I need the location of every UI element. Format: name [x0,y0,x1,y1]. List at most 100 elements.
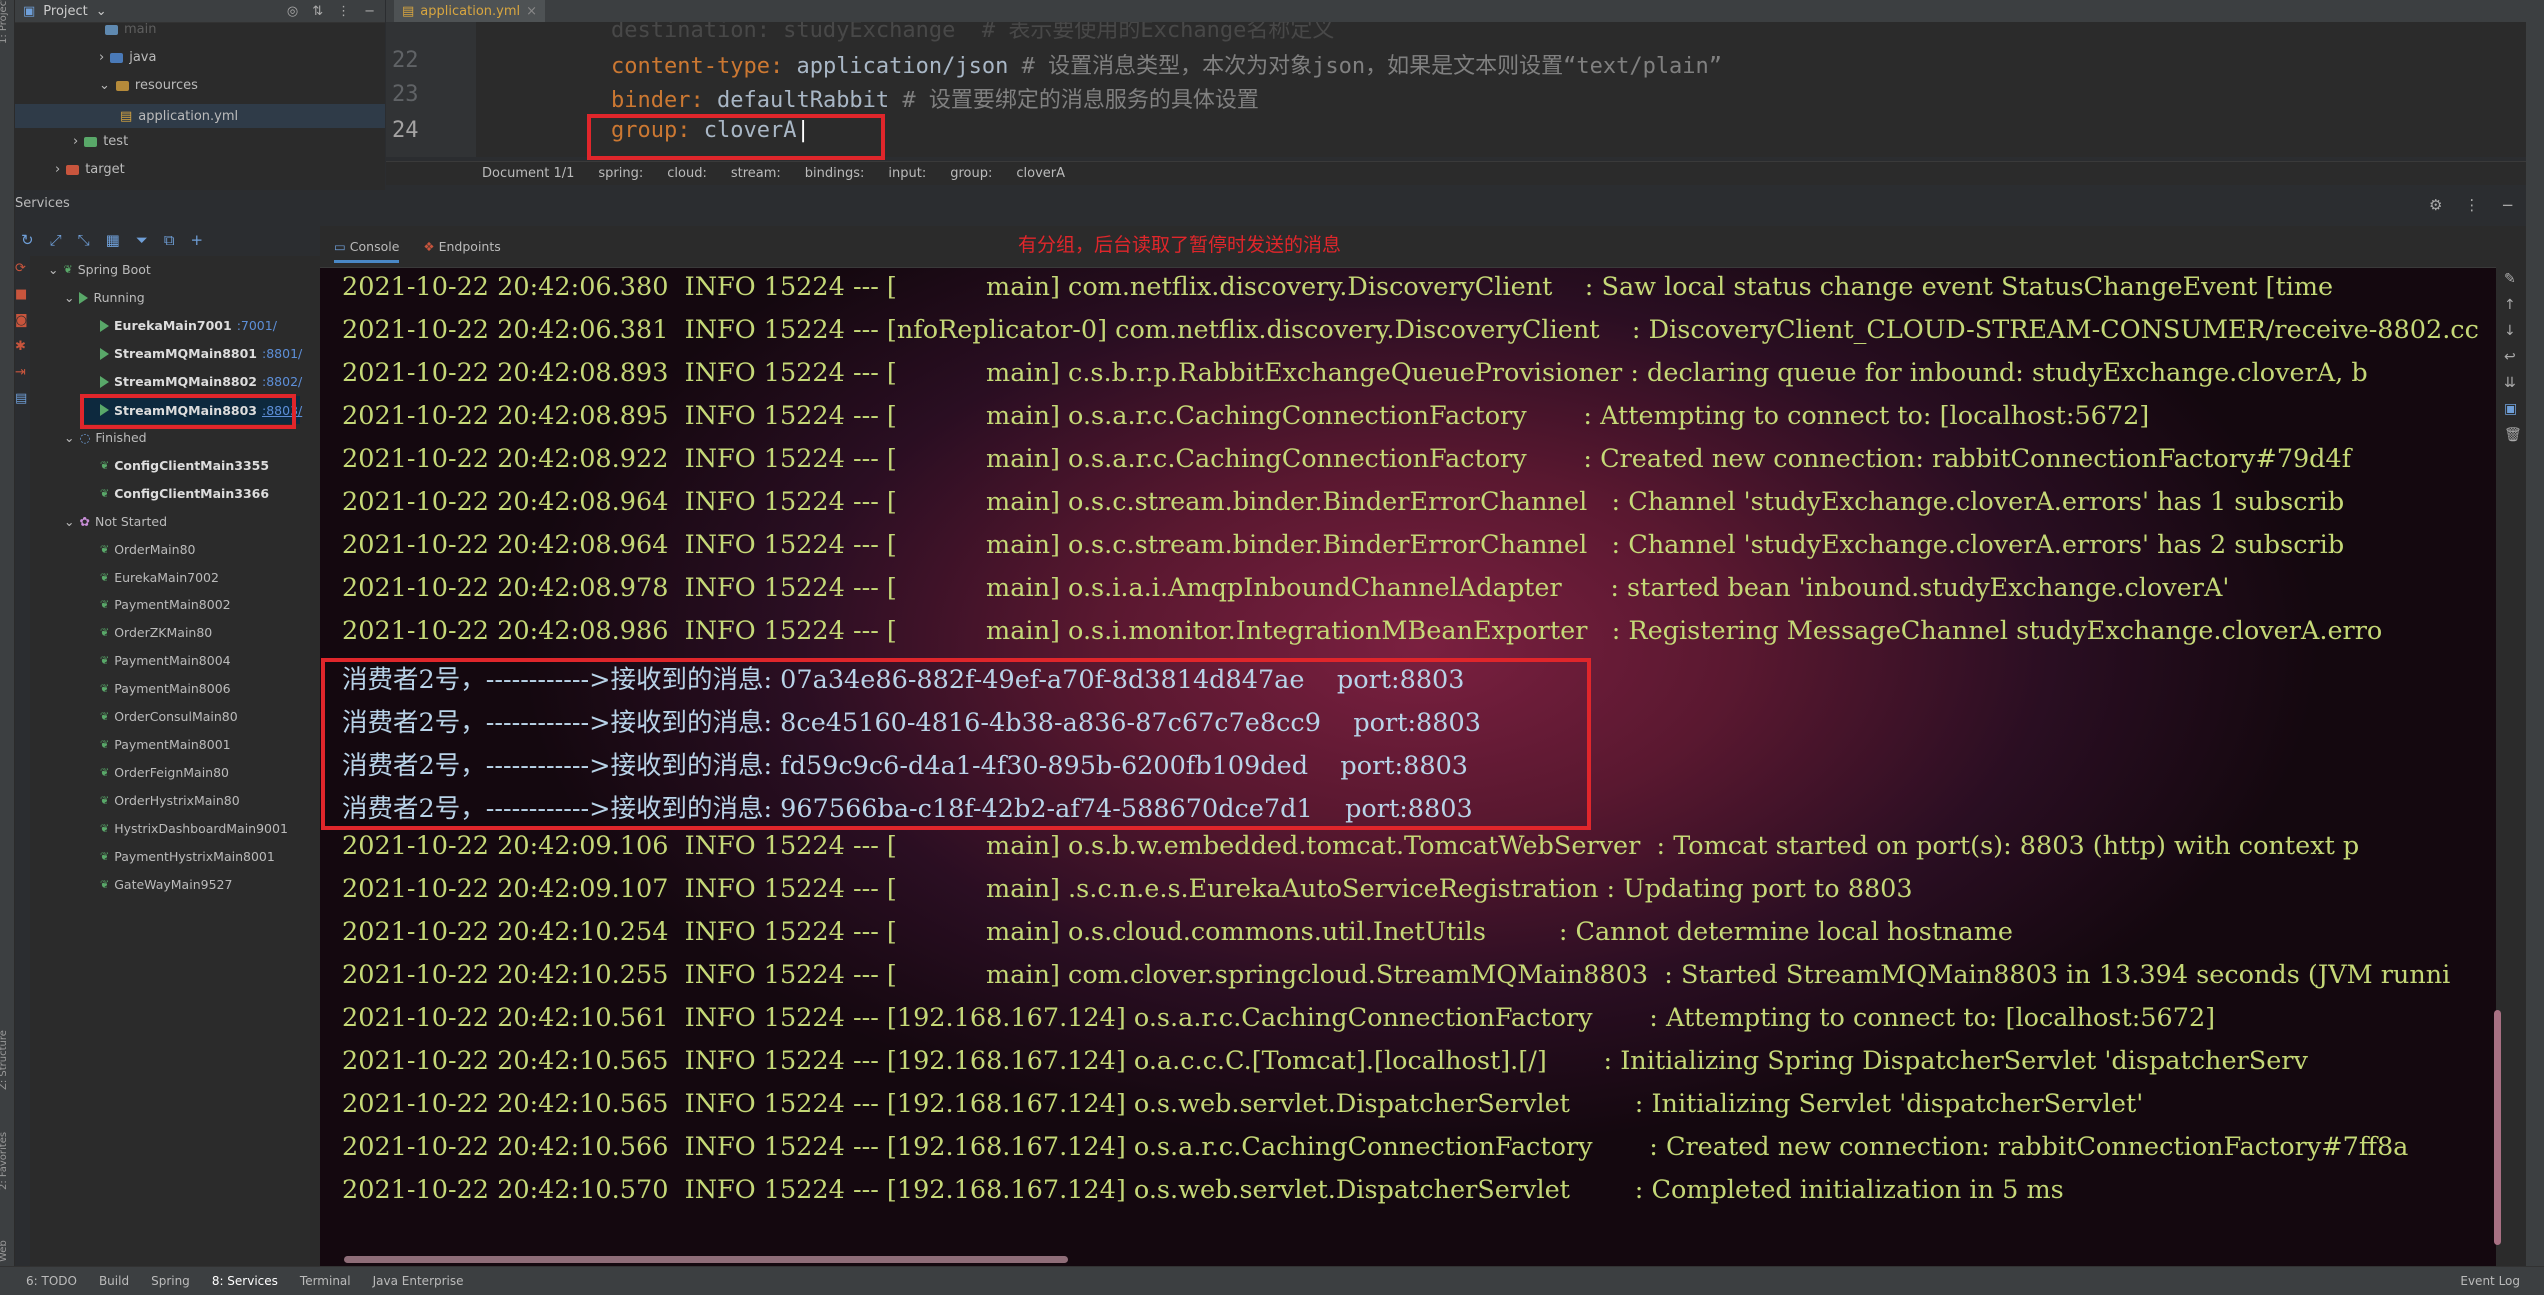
breadcrumb: Document 1/1 spring: cloud: stream: bind… [386,161,2526,185]
service-config-3355[interactable]: ❦ ConfigClientMain3355 [100,458,269,473]
refresh-icon[interactable]: ↻ [21,231,34,249]
service-group-finished[interactable]: ⌄ ◌ Finished [64,430,147,445]
clear-icon[interactable]: ✎ [2504,266,2526,292]
add-service-icon[interactable]: + [191,231,204,249]
service-streammq-8802[interactable]: StreamMQMain8802 :8802/ [100,374,302,389]
service-not-started[interactable]: ❦ OrderHystrixMain80 [100,793,240,808]
arrow-up-icon[interactable]: ↑ [2504,292,2526,318]
tree-item-main[interactable]: main [105,22,156,37]
service-not-started[interactable]: ❦ PaymentMain8006 [100,681,231,696]
highlight-consumer-messages [321,658,1591,830]
yaml-value: application/json [796,54,1009,79]
horizontal-scrollbar[interactable] [344,1256,1068,1263]
breadcrumb-item[interactable]: group: [950,166,992,181]
service-group-running[interactable]: ⌄ Running [64,290,145,305]
folder-icon [115,80,129,91]
service-not-started[interactable]: ❦ PaymentMain8001 [100,737,231,752]
breadcrumb-item[interactable]: cloverA [1016,166,1065,181]
service-not-started[interactable]: ❦ GateWayMain9527 [100,877,232,892]
finished-icon: ◌ [79,430,91,445]
delete-icon[interactable]: 🗑 [2504,422,2526,448]
code-line-partial: destination: studyExchange # 表示要使用的Excha… [611,22,1335,43]
service-port-link[interactable]: :8802/ [262,374,302,389]
service-not-started[interactable]: ❦ PaymentMain8004 [100,653,231,668]
more-icon[interactable]: ⋮ [2464,196,2479,214]
minimize-icon[interactable]: − [364,4,375,19]
print-icon[interactable]: ▣ [2504,396,2526,422]
service-not-started[interactable]: ❦ OrderConsulMain80 [100,709,238,724]
debug-icon[interactable]: ✱ [15,334,29,360]
service-not-started[interactable]: ❦ PaymentMain8002 [100,597,231,612]
arrow-down-icon[interactable]: ↓ [2504,318,2526,344]
service-name: PaymentMain8001 [114,737,231,752]
layout-icon[interactable]: ▤ [15,386,29,412]
more-icon[interactable]: ⋮ [337,4,350,19]
close-icon[interactable]: × [526,4,537,19]
rerun-icon[interactable]: ⟳ [15,256,29,282]
right-tool-strip [2526,0,2544,1295]
chevron-right-icon[interactable]: › [73,134,78,149]
bottom-tool-bar: 6: TODO Build Spring 8: Services Termina… [0,1266,2544,1295]
collapse-all-icon[interactable]: ⤡ [78,231,90,249]
service-group-not-started[interactable]: ⌄ ✿ Not Started [64,514,167,529]
terminal-tab[interactable]: Terminal [300,1274,351,1288]
service-port-link[interactable]: :8801/ [262,346,302,361]
breadcrumb-item[interactable]: stream: [731,166,781,181]
tab-console[interactable]: ▭ Console [334,230,400,263]
minimize-icon[interactable]: − [2501,196,2514,214]
scroll-end-icon[interactable]: ⇊ [2504,370,2526,396]
service-not-started[interactable]: ❦ OrderFeignMain80 [100,765,229,780]
service-streammq-8801[interactable]: StreamMQMain8801 :8801/ [100,346,302,361]
breadcrumb-item[interactable]: input: [888,166,926,181]
service-group-spring-boot[interactable]: ⌄ ❦ Spring Boot [48,262,151,277]
tree-item-application-yml[interactable]: ▤ application.yml [15,104,385,128]
tab-endpoints[interactable]: ❖ Endpoints [423,239,500,254]
spring-boot-icon: ❦ [100,682,110,695]
event-log-tab[interactable]: Event Log [2460,1274,2544,1288]
project-toolwindow-label[interactable]: 1: Project [0,0,9,44]
todo-tab[interactable]: 6: TODO [26,1274,77,1288]
camera-icon[interactable]: ◙ [15,308,29,334]
service-not-started[interactable]: ❦ EurekaMain7002 [100,570,219,585]
group-by-icon[interactable]: ▦ [106,231,120,249]
services-tab[interactable]: 8: Services [212,1274,278,1288]
service-config-3366[interactable]: ❦ ConfigClientMain3366 [100,486,269,501]
exit-icon[interactable]: ⇥ [15,360,29,386]
tree-item-target[interactable]: › target [55,162,125,177]
tree-item-test[interactable]: › test [73,134,128,149]
breadcrumb-item[interactable]: bindings: [805,166,865,181]
target-icon[interactable]: ◎ [287,4,298,19]
chevron-down-icon[interactable]: ⌄ [99,78,110,93]
log-line: 2021-10-22 20:42:08.986 INFO 15224 --- [… [342,616,2383,646]
breadcrumb-item[interactable]: Document 1/1 [482,166,574,181]
stop-icon[interactable]: ■ [15,282,29,308]
breadcrumb-item[interactable]: cloud: [667,166,707,181]
spring-tab[interactable]: Spring [151,1274,190,1288]
favorites-toolwindow-label[interactable]: 2: Favorites [0,1132,9,1190]
service-not-started[interactable]: ❦ HystrixDashboardMain9001 [100,821,288,836]
tree-item-resources[interactable]: ⌄ resources [99,78,198,93]
spring-boot-icon: ❦ [100,738,110,751]
structure-toolwindow-label[interactable]: Z: Structure [0,1030,9,1090]
open-in-tab-icon[interactable]: ⧉ [164,231,175,249]
filter-icon[interactable]: ⏷ [136,231,148,249]
tree-item-java[interactable]: › java [99,50,156,65]
chevron-right-icon[interactable]: › [99,50,104,65]
project-title[interactable]: Project [43,4,87,19]
collapse-icon[interactable]: ⇅ [312,4,323,19]
chevron-down-icon[interactable]: ⌄ [96,4,107,19]
web-toolwindow-label[interactable]: Web [0,1240,9,1262]
soft-wrap-icon[interactable]: ↩ [2504,344,2526,370]
service-not-started[interactable]: ❦ OrderZKMain80 [100,625,212,640]
expand-all-icon[interactable]: ⤢ [50,231,62,249]
settings-icon[interactable]: ⚙ [2429,196,2442,214]
service-port-link[interactable]: :7001/ [237,318,277,333]
breadcrumb-item[interactable]: spring: [598,166,643,181]
build-tab[interactable]: Build [99,1274,129,1288]
vertical-scrollbar[interactable] [2494,1010,2501,1245]
service-not-started[interactable]: ❦ PaymentHystrixMain8001 [100,849,275,864]
service-eureka-7001[interactable]: EurekaMain7001 :7001/ [100,318,277,333]
service-not-started[interactable]: ❦ OrderMain80 [100,542,196,557]
java-enterprise-tab[interactable]: Java Enterprise [373,1274,464,1288]
chevron-right-icon[interactable]: › [55,162,60,177]
